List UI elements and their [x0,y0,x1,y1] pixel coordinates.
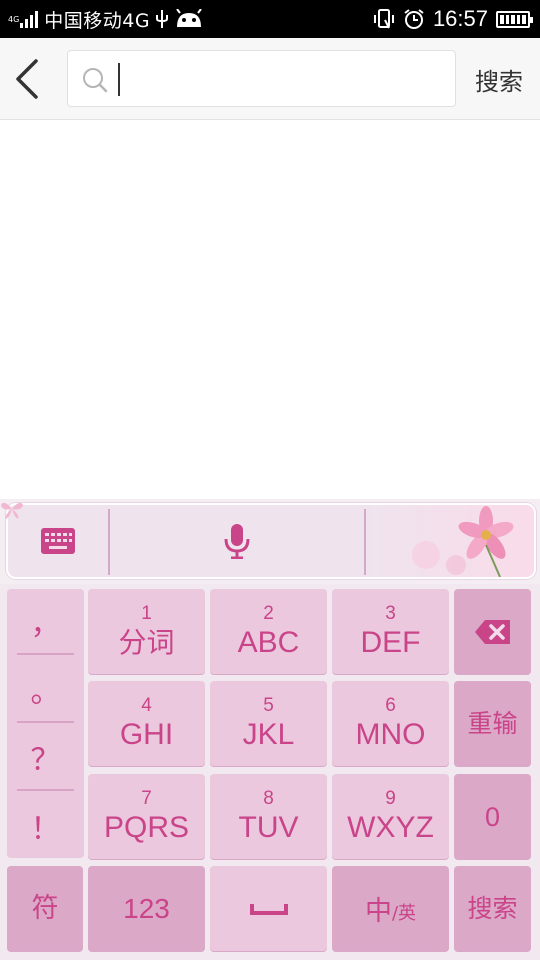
punct-key-exclamation[interactable]: ！ [17,793,74,859]
backspace-key[interactable] [454,589,531,674]
keyboard-search-key[interactable]: 搜索 [454,866,531,951]
key-5-jkl[interactable]: 5 JKL [210,681,327,766]
search-box[interactable] [67,50,456,107]
key-8-tuv[interactable]: 8 TUV [210,774,327,859]
keyboard-toolbar [0,499,540,584]
text-caret [118,63,120,96]
numbers-key[interactable]: 123 [88,866,205,951]
symbols-key[interactable]: 符 [7,866,83,951]
key-2-abc[interactable]: 2 ABC [210,589,327,674]
punct-key-question[interactable]: ？ [17,725,74,791]
retype-key[interactable]: 重输 [454,681,531,766]
voice-input-button[interactable] [110,505,364,577]
key-6-mno[interactable]: 6 MNO [332,681,449,766]
android-icon [176,9,202,27]
clock: 16:57 [432,6,488,31]
key-7-pqrs[interactable]: 7 PQRS [88,774,205,859]
status-bar: 4G 中国移动4G 16:57 [0,0,540,38]
space-icon [249,903,288,915]
punctuation-column: ， 。 ？ ！ [7,589,84,858]
search-input[interactable] [124,59,444,99]
key-4-ghi[interactable]: 4 GHI [88,681,205,766]
vibrate-icon [373,9,394,29]
punct-key-comma[interactable]: ， [17,589,74,655]
carrier-name: 中国移动4G [44,9,151,32]
zero-key[interactable]: 0 [454,774,531,859]
space-key[interactable] [210,866,327,951]
backspace-icon [474,619,510,644]
search-icon [83,68,108,93]
key-1-segment[interactable]: 1 分词 [88,589,205,674]
punct-key-period[interactable]: 。 [17,657,74,723]
search-button[interactable]: 搜索 [466,58,532,100]
microphone-icon [224,524,250,559]
usb-icon [156,10,169,28]
back-button[interactable] [10,54,44,104]
battery-icon [496,10,533,28]
results-area [0,121,540,499]
alarm-icon [404,9,424,29]
language-switch-key[interactable]: 中/英 [332,866,449,951]
key-3-def[interactable]: 3 DEF [332,589,449,674]
flower-decoration [366,505,534,577]
key-9-wxyz[interactable]: 9 WXYZ [332,774,449,859]
chevron-left-icon [16,59,38,99]
keyboard-icon [41,528,75,554]
keyboard: ， 。 ？ ！ 1 分词 2 ABC 3 DEF 4 GHI 5 JKL 6 M… [0,584,540,960]
search-header: 搜索 [0,38,540,120]
signal-icon: 4G [8,10,39,28]
butterfly-decoration [1,502,23,519]
